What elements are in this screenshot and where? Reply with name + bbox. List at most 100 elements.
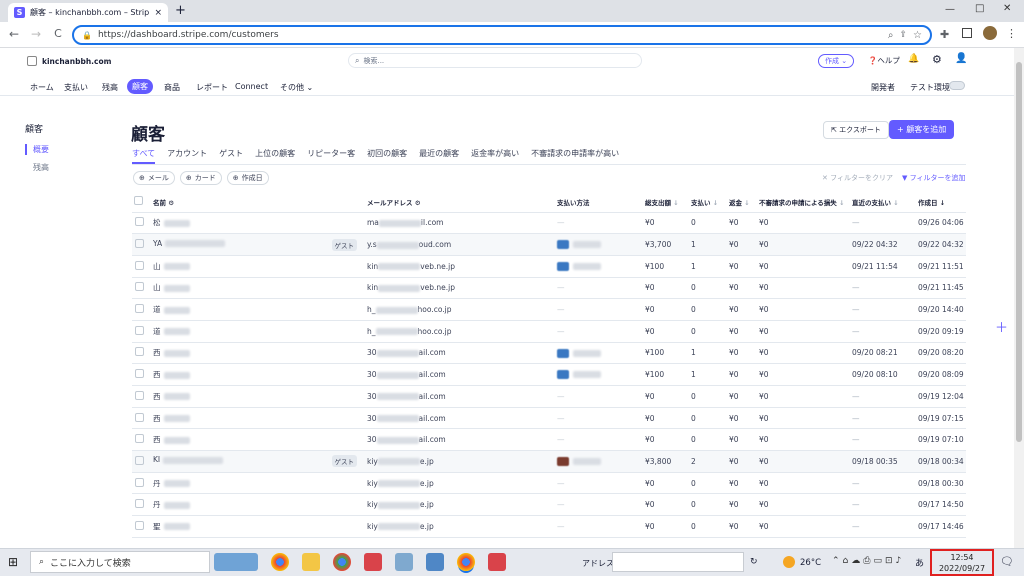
- menu-connect[interactable]: Connect: [235, 82, 268, 91]
- extensions-icon[interactable]: ✚: [940, 28, 949, 41]
- column-name[interactable]: 名前: [153, 199, 166, 207]
- add-customer-button[interactable]: + 顧客を追加: [889, 120, 955, 139]
- tab-all[interactable]: すべて: [132, 148, 156, 164]
- export-button[interactable]: ⇱ エクスポート: [823, 121, 889, 139]
- bookmark-star-icon[interactable]: ☆: [913, 30, 922, 41]
- select-all-checkbox[interactable]: [134, 196, 143, 206]
- sidebar-item-balances[interactable]: 残高: [33, 162, 49, 173]
- row-checkbox[interactable]: [135, 520, 144, 530]
- chrome-icon[interactable]: [457, 553, 475, 571]
- table-row[interactable]: 西 30 ail.com ¥100 1 ¥0 ¥0 09/20 08:10 09/20 08:0…: [132, 363, 966, 386]
- menu-more[interactable]: その他 ⌄: [280, 82, 313, 93]
- create-button[interactable]: 作成 ⌄: [818, 54, 855, 68]
- url-input[interactable]: 🔒 https://dashboard.stripe.com/customers…: [72, 25, 932, 45]
- row-checkbox[interactable]: [135, 325, 144, 335]
- tab-close-icon[interactable]: ×: [154, 8, 162, 18]
- add-filter-button[interactable]: ▼ フィルターを追加: [902, 173, 965, 183]
- table-row[interactable]: 道 h_ hoo.co.jp — ¥0 0 ¥0 ¥0 — 09/20 09:19: [132, 320, 966, 343]
- app-icon[interactable]: [395, 553, 413, 571]
- browser-menu-icon[interactable]: ⋮: [1006, 27, 1017, 40]
- minimize-button[interactable]: —: [945, 4, 955, 15]
- tab-guests[interactable]: ゲスト: [219, 148, 243, 164]
- filter-created-chip[interactable]: ⊕ 作成日: [226, 171, 269, 185]
- table-row[interactable]: 西 30 ail.com — ¥0 0 ¥0 ¥0 — 09/19 07:15: [132, 407, 966, 430]
- table-row[interactable]: 道 h_ hoo.co.jp — ¥0 0 ¥0 ¥0 — 09/20 14:40: [132, 298, 966, 321]
- test-mode-toggle[interactable]: [949, 81, 965, 90]
- close-window-button[interactable]: ✕: [1003, 3, 1011, 14]
- app-icon[interactable]: [426, 553, 444, 571]
- table-row[interactable]: 西 30 ail.com — ¥0 0 ¥0 ¥0 — 09/19 07:10: [132, 428, 966, 452]
- tab-high-refund[interactable]: 返金率が高い: [471, 148, 519, 164]
- share-icon[interactable]: ⇪: [899, 30, 907, 40]
- app-p-icon[interactable]: [488, 553, 506, 571]
- account-chevron-icon[interactable]: ⌄: [104, 56, 110, 64]
- row-checkbox[interactable]: [135, 412, 144, 422]
- column-created[interactable]: 作成日: [918, 199, 938, 207]
- settings-gear-icon[interactable]: ⚙: [932, 53, 942, 66]
- row-checkbox[interactable]: [135, 304, 144, 314]
- menu-balances[interactable]: 残高: [102, 82, 118, 93]
- account-name[interactable]: kinchanbbh.com: [42, 57, 111, 66]
- side-panel-icon[interactable]: [962, 28, 972, 38]
- forward-button[interactable]: →: [28, 27, 44, 41]
- app-p-icon[interactable]: [364, 553, 382, 571]
- notifications-bell-icon[interactable]: 🔔: [908, 54, 919, 64]
- table-row[interactable]: 山 kin veb.ne.jp ¥100 1 ¥0 ¥0 09/21 11:54 09/21 1…: [132, 255, 966, 278]
- table-row[interactable]: 山 kin veb.ne.jp — ¥0 0 ¥0 ¥0 — 09/21 11:45: [132, 277, 966, 300]
- row-checkbox[interactable]: [135, 347, 144, 357]
- weather-temp[interactable]: 26°C: [800, 558, 821, 568]
- address-toolbar-input[interactable]: [612, 552, 744, 572]
- ime-indicator[interactable]: あ: [915, 556, 924, 569]
- tab-first-time[interactable]: 初回の顧客: [367, 148, 407, 164]
- row-checkbox[interactable]: [135, 434, 144, 444]
- weather-icon[interactable]: [783, 556, 795, 568]
- profile-avatar[interactable]: [983, 26, 997, 40]
- sidebar-item-overview[interactable]: 概要: [25, 144, 49, 155]
- column-email[interactable]: メールアドレス: [367, 199, 413, 207]
- windows-start-icon[interactable]: ⊞: [8, 555, 18, 569]
- gear-icon[interactable]: ⚙: [415, 199, 421, 207]
- row-checkbox[interactable]: [135, 239, 144, 249]
- help-button[interactable]: ❓ヘルプ: [868, 55, 900, 66]
- scrollbar-thumb[interactable]: [1016, 62, 1022, 442]
- column-refunds[interactable]: 返金: [729, 199, 742, 207]
- filter-email-chip[interactable]: ⊕ メール: [133, 171, 175, 185]
- taskbar-clock[interactable]: 12:54 2022/09/27: [930, 549, 994, 576]
- menu-customers[interactable]: 顧客: [127, 79, 153, 94]
- file-explorer-icon[interactable]: [302, 553, 320, 571]
- row-checkbox[interactable]: [135, 477, 144, 487]
- row-checkbox[interactable]: [135, 455, 144, 465]
- menu-products[interactable]: 商品: [164, 82, 180, 93]
- tab-recent[interactable]: 最近の顧客: [419, 148, 459, 164]
- chrome-icon[interactable]: [333, 553, 351, 571]
- row-checkbox[interactable]: [135, 217, 144, 227]
- floating-add-icon[interactable]: ＋: [995, 317, 1008, 336]
- clear-filters-button[interactable]: ✕ フィルターをクリア: [822, 173, 893, 183]
- table-row[interactable]: 西 30 ail.com ¥100 1 ¥0 ¥0 09/20 08:21 09/20 08:2…: [132, 342, 966, 365]
- column-dispute-loss[interactable]: 不審請求の申請による損失: [759, 199, 837, 207]
- row-checkbox[interactable]: [135, 369, 144, 379]
- tray-icons[interactable]: ⌃⌂☁⎙▭⊡♪: [832, 556, 904, 566]
- table-row[interactable]: 聖 kiy e.jp — ¥0 0 ¥0 ¥0 — 09/17 14:46: [132, 515, 966, 538]
- menu-payments[interactable]: 支払い: [64, 82, 88, 93]
- zoom-icon[interactable]: ⌕: [888, 30, 894, 41]
- reload-button[interactable]: C: [50, 27, 66, 40]
- table-row[interactable]: 丹 kiy e.jp — ¥0 0 ¥0 ¥0 — 09/17 14:50: [132, 493, 966, 517]
- column-payments[interactable]: 支払い: [691, 199, 711, 207]
- table-row[interactable]: 丹 kiy e.jp — ¥0 0 ¥0 ¥0 — 09/18 00:30: [132, 472, 966, 495]
- tab-accounts[interactable]: アカウント: [167, 148, 207, 164]
- user-profile-icon[interactable]: 👤: [955, 53, 967, 64]
- browser-tab[interactable]: S 顧客 – kinchanbbh.com – Stripe ×: [8, 3, 168, 22]
- row-checkbox[interactable]: [135, 499, 144, 509]
- refresh-icon[interactable]: ↻: [750, 557, 758, 567]
- column-last-payment[interactable]: 直近の支払い: [852, 199, 891, 207]
- menu-home[interactable]: ホーム: [30, 82, 54, 93]
- table-row[interactable]: KI ゲスト kiy e.jp ¥3,800 2 ¥0 ¥0 09/18 00:35 09/18 …: [132, 450, 966, 473]
- gear-icon[interactable]: ⚙: [168, 199, 174, 207]
- chrome-icon[interactable]: [271, 553, 289, 571]
- table-row[interactable]: 西 30 ail.com — ¥0 0 ¥0 ¥0 — 09/19 12:04: [132, 385, 966, 408]
- widgets-icon[interactable]: [214, 553, 258, 571]
- taskbar-search-input[interactable]: ⌕ ここに入力して検索: [30, 551, 210, 573]
- tab-repeat-customers[interactable]: リピーター客: [307, 148, 355, 164]
- tab-high-dispute[interactable]: 不審請求の申請率が高い: [531, 148, 619, 164]
